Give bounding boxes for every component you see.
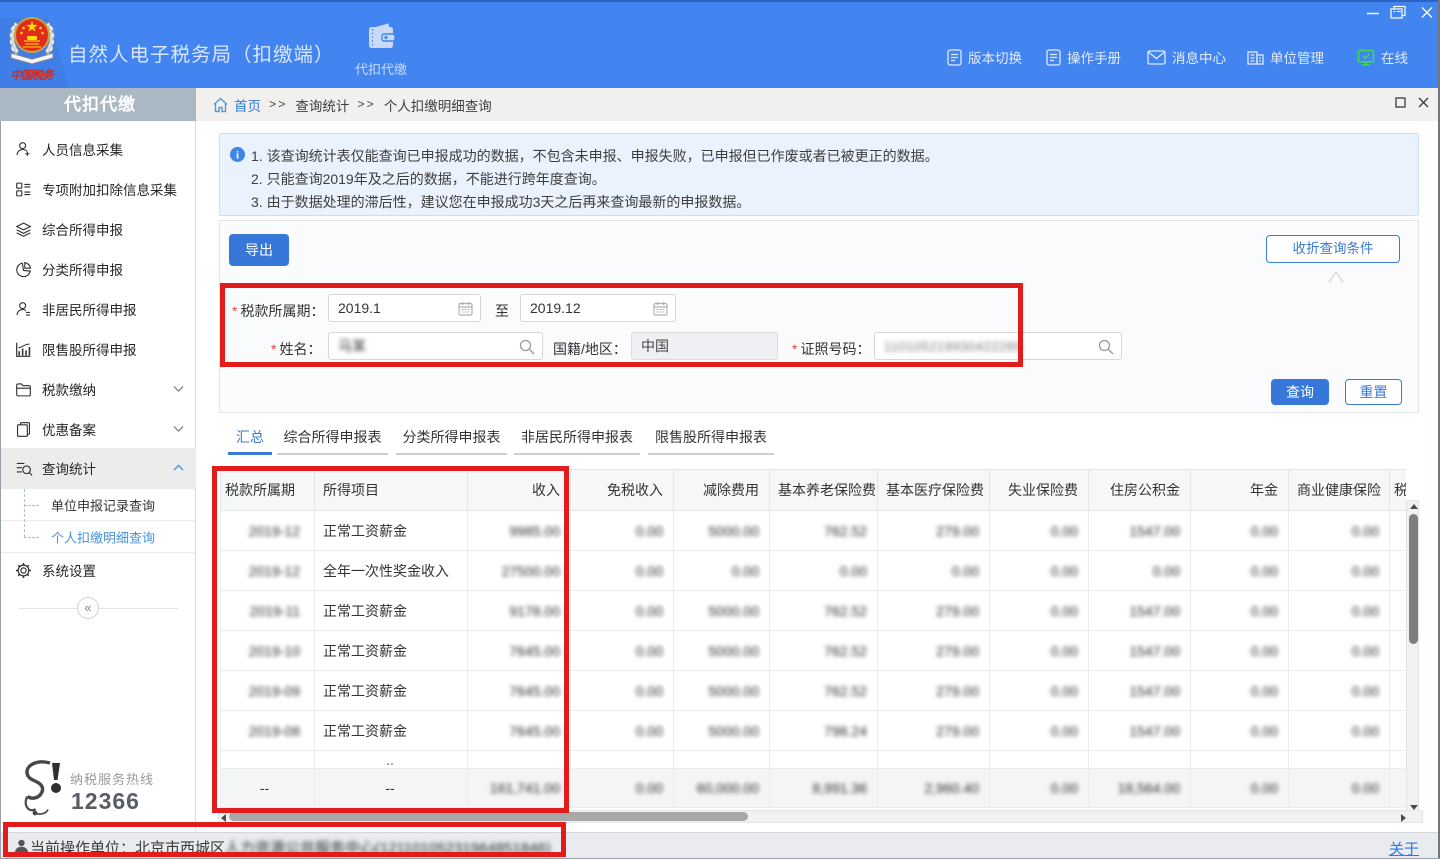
svg-text:中国税务: 中国税务 [11,69,56,82]
svg-text:i: i [236,149,239,161]
